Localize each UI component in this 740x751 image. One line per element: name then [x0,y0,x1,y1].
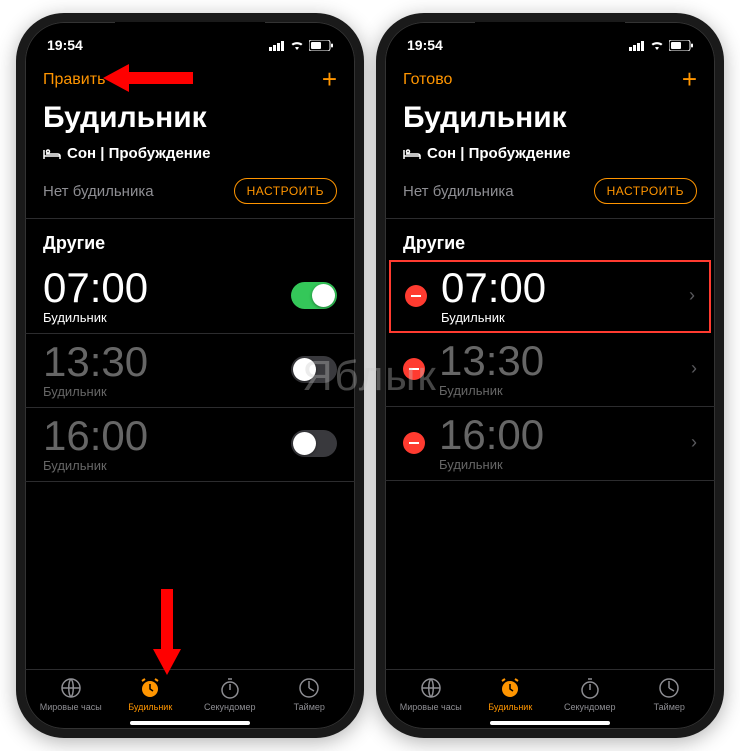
alarm-toggle[interactable] [291,430,337,457]
tab-label: Секундомер [564,702,615,712]
alarm-time: 07:00 [43,266,291,310]
tab-label: Секундомер [204,702,255,712]
delete-alarm-button[interactable] [405,285,427,307]
status-icons [269,40,333,51]
setup-button[interactable]: НАСТРОИТЬ [594,178,697,204]
tab-stopwatch[interactable]: Секундомер [190,676,270,712]
notch [115,22,265,46]
nav-bar: Готово + [385,58,715,99]
delete-alarm-button[interactable] [403,432,425,454]
tab-label: Таймер [294,702,325,712]
setup-button[interactable]: НАСТРОИТЬ [234,178,337,204]
tab-world-clock[interactable]: Мировые часы [31,676,111,712]
sleep-label: Сон | Пробуждение [67,145,210,162]
minus-icon [409,368,419,370]
stopwatch-icon [578,676,602,700]
no-alarm-label: Нет будильника [43,183,154,200]
alarm-row[interactable]: 07:00 Будильник [25,260,355,334]
alarm-row[interactable]: 13:30 Будильник [25,334,355,408]
alarm-label: Будильник [43,310,291,325]
phone-right: 19:54 Готово + Будильник Сон | Пробужден… [376,13,724,738]
sleep-setup-row: Нет будильника НАСТРОИТЬ [25,168,355,219]
alarm-row-editing[interactable]: 13:30 Будильник › [385,333,715,407]
alarm-time: 16:00 [43,414,291,458]
alarm-time: 13:30 [43,340,291,384]
alarm-row-editing[interactable]: 07:00 Будильник › [389,260,711,333]
home-indicator[interactable] [490,721,610,725]
bed-icon [43,147,61,161]
tab-label: Будильник [128,702,172,712]
alarm-label: Будильник [439,457,683,472]
alarm-clock-icon [138,676,162,700]
tab-alarm[interactable]: Будильник [471,676,551,712]
stopwatch-icon [218,676,242,700]
tab-label: Мировые часы [400,702,462,712]
tab-label: Мировые часы [40,702,102,712]
alarm-row-editing[interactable]: 16:00 Будильник › [385,407,715,481]
tab-label: Таймер [654,702,685,712]
status-time: 19:54 [407,37,443,53]
chevron-right-icon: › [691,358,697,379]
sleep-section-header: Сон | Пробуждение [385,145,715,168]
done-button[interactable]: Готово [403,71,452,89]
add-alarm-button[interactable]: + [322,64,337,95]
notch [475,22,625,46]
timer-icon [657,676,681,700]
toggle-knob [293,358,316,381]
chevron-right-icon: › [689,285,695,306]
tab-timer[interactable]: Таймер [630,676,710,712]
delete-alarm-button[interactable] [403,358,425,380]
toggle-knob [293,432,316,455]
alarm-time: 07:00 [441,266,681,310]
alarm-time: 16:00 [439,413,683,457]
sleep-setup-row: Нет будильника НАСТРОИТЬ [385,168,715,219]
tab-label: Будильник [488,702,532,712]
battery-icon [309,40,333,51]
alarm-clock-icon [498,676,522,700]
cellular-icon [629,40,645,51]
edit-button[interactable]: Править [43,71,105,89]
minus-icon [409,442,419,444]
wifi-icon [649,40,665,51]
globe-icon [419,676,443,700]
other-section-header: Другие [385,219,715,260]
add-alarm-button[interactable]: + [682,64,697,95]
page-title: Будильник [25,99,355,145]
tab-bar: Мировые часы Будильник Секундомер Таймер [25,669,355,716]
annotation-arrow-icon [103,58,193,98]
alarm-label: Будильник [441,310,681,325]
alarm-label: Будильник [43,458,291,473]
phone-left: 19:54 Править + Будильник Сон | Пробужде… [16,13,364,738]
alarm-toggle[interactable] [291,282,337,309]
tab-bar: Мировые часы Будильник Секундомер Таймер [385,669,715,716]
battery-icon [669,40,693,51]
no-alarm-label: Нет будильника [403,183,514,200]
alarm-label: Будильник [439,383,683,398]
timer-icon [297,676,321,700]
alarm-row[interactable]: 16:00 Будильник [25,408,355,482]
alarm-time: 13:30 [439,339,683,383]
sleep-label: Сон | Пробуждение [427,145,570,162]
home-indicator[interactable] [130,721,250,725]
alarm-label: Будильник [43,384,291,399]
status-time: 19:54 [47,37,83,53]
tab-timer[interactable]: Таймер [270,676,350,712]
chevron-right-icon: › [691,432,697,453]
tab-alarm[interactable]: Будильник [111,676,191,712]
other-section-header: Другие [25,219,355,260]
alarm-toggle[interactable] [291,356,337,383]
status-icons [629,40,693,51]
bed-icon [403,147,421,161]
toggle-knob [312,284,335,307]
annotation-arrow-icon [147,589,187,675]
page-title: Будильник [385,99,715,145]
sleep-section-header: Сон | Пробуждение [25,145,355,168]
tab-stopwatch[interactable]: Секундомер [550,676,630,712]
minus-icon [411,295,421,297]
cellular-icon [269,40,285,51]
wifi-icon [289,40,305,51]
tab-world-clock[interactable]: Мировые часы [391,676,471,712]
globe-icon [59,676,83,700]
